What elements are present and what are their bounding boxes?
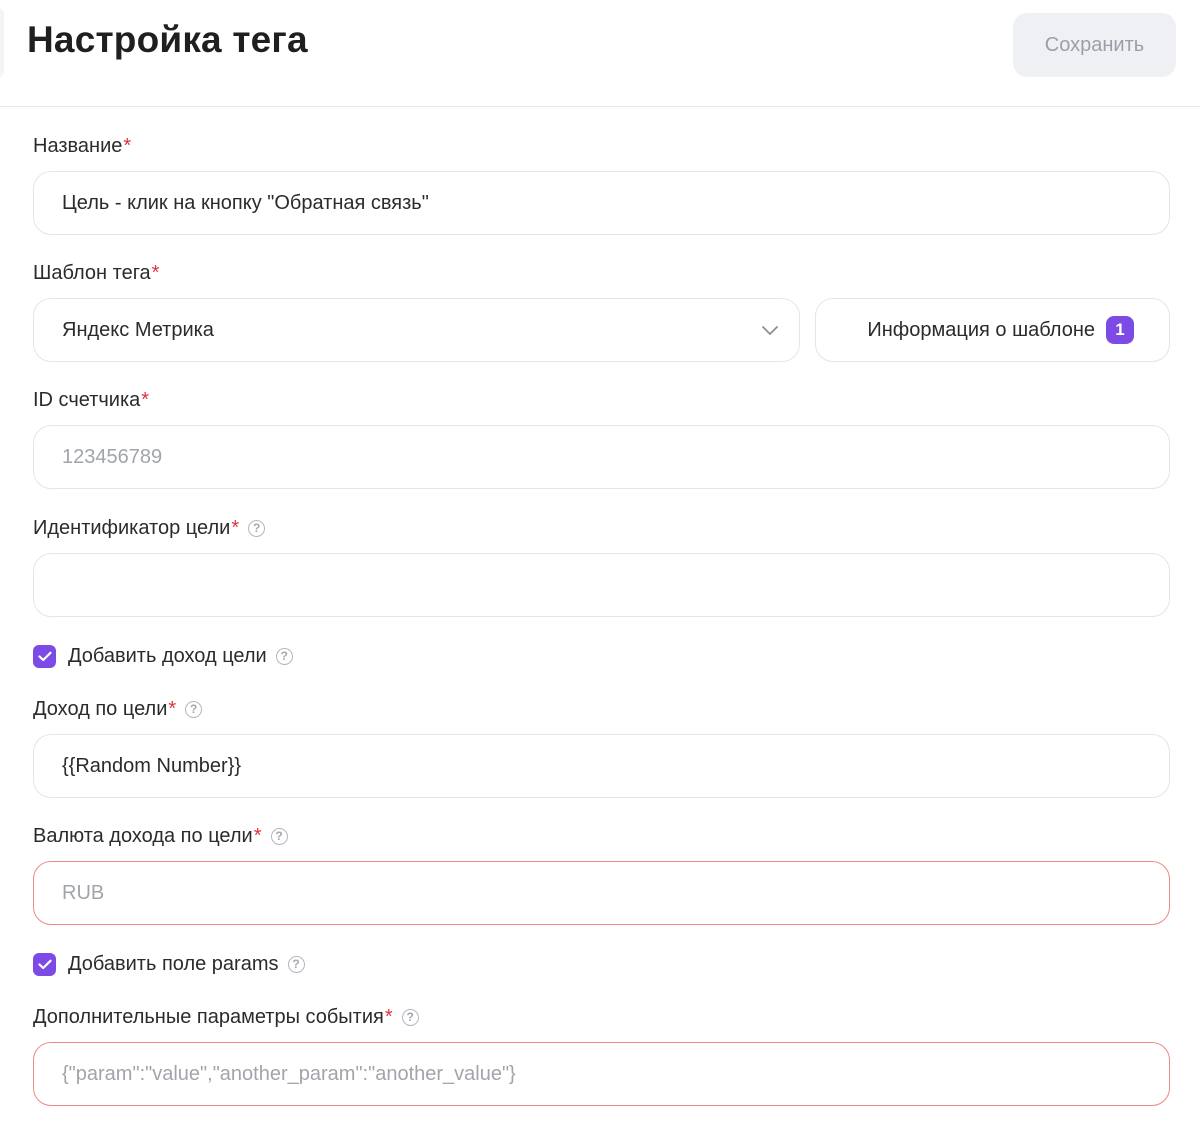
template-select-value: Яндекс Метрика (62, 318, 214, 341)
help-icon[interactable]: ? (275, 647, 293, 665)
page-title: Настройка тега (27, 19, 308, 60)
help-icon[interactable]: ? (401, 1008, 419, 1026)
add-goal-revenue-row[interactable]: Добавить доход цели ? (33, 642, 293, 670)
save-button[interactable]: Сохранить (1013, 13, 1176, 77)
counter-id-label-text: ID счетчика (33, 388, 141, 411)
help-icon[interactable]: ? (185, 700, 203, 718)
required-mark: * (231, 516, 240, 539)
template-info-button[interactable]: Информация о шаблоне 1 (815, 298, 1170, 362)
goal-id-label-text: Идентификатор цели (33, 516, 231, 539)
template-info-badge: 1 (1106, 316, 1134, 344)
add-goal-revenue-checkbox[interactable] (33, 644, 56, 668)
counter-id-placeholder: 123456789 (62, 445, 163, 468)
checkmark-icon (37, 651, 52, 661)
name-label-text: Название (33, 134, 123, 157)
goal-revenue-label: Доход по цели * ? (33, 695, 203, 723)
goal-id-label: Идентификатор цели * ? (33, 514, 266, 542)
goal-revenue-input-value: {{Random Number}} (62, 754, 242, 777)
add-params-checkbox[interactable] (33, 952, 56, 976)
required-mark: * (384, 1005, 393, 1028)
revenue-currency-placeholder: RUB (62, 881, 105, 904)
add-params-label: Добавить поле params (68, 952, 279, 975)
template-info-label: Информация о шаблоне (867, 318, 1095, 341)
event-params-label: Дополнительные параметры события * ? (33, 1003, 419, 1031)
revenue-currency-label-text: Валюта дохода по цели (33, 824, 253, 847)
tag-settings-page: Настройка тега Сохранить Название * Цель … (0, 0, 1200, 1127)
required-mark: * (151, 261, 160, 284)
header-edge-decoration (0, 8, 4, 78)
counter-id-label: ID счетчика * (33, 386, 149, 414)
required-mark: * (168, 697, 177, 720)
counter-id-input[interactable]: 123456789 (33, 425, 1170, 489)
chevron-down-icon (762, 326, 778, 335)
add-goal-revenue-label: Добавить доход цели (68, 644, 267, 667)
help-icon[interactable]: ? (287, 955, 305, 973)
revenue-currency-input[interactable]: RUB (33, 861, 1170, 925)
event-params-placeholder: {"param":"value","another_param":"anothe… (62, 1062, 516, 1085)
event-params-input[interactable]: {"param":"value","another_param":"anothe… (33, 1042, 1170, 1106)
goal-revenue-label-text: Доход по цели (33, 697, 168, 720)
revenue-currency-label: Валюта дохода по цели * ? (33, 822, 288, 850)
template-select[interactable]: Яндекс Метрика (33, 298, 800, 362)
help-icon[interactable]: ? (248, 519, 266, 537)
name-input-value: Цель - клик на кнопку "Обратная связь" (62, 191, 429, 214)
checkmark-icon (37, 959, 52, 969)
template-label-text: Шаблон тега (33, 261, 151, 284)
name-input[interactable]: Цель - клик на кнопку "Обратная связь" (33, 171, 1170, 235)
page-header: Настройка тега Сохранить (0, 0, 1200, 107)
add-params-row[interactable]: Добавить поле params ? (33, 950, 305, 978)
required-mark: * (141, 388, 150, 411)
goal-id-input[interactable] (33, 553, 1170, 617)
event-params-label-text: Дополнительные параметры события (33, 1005, 384, 1028)
template-label: Шаблон тега * (33, 259, 159, 287)
required-mark: * (253, 824, 262, 847)
required-mark: * (123, 134, 132, 157)
name-label: Название * (33, 132, 131, 160)
help-icon[interactable]: ? (270, 827, 288, 845)
goal-revenue-input[interactable]: {{Random Number}} (33, 734, 1170, 798)
